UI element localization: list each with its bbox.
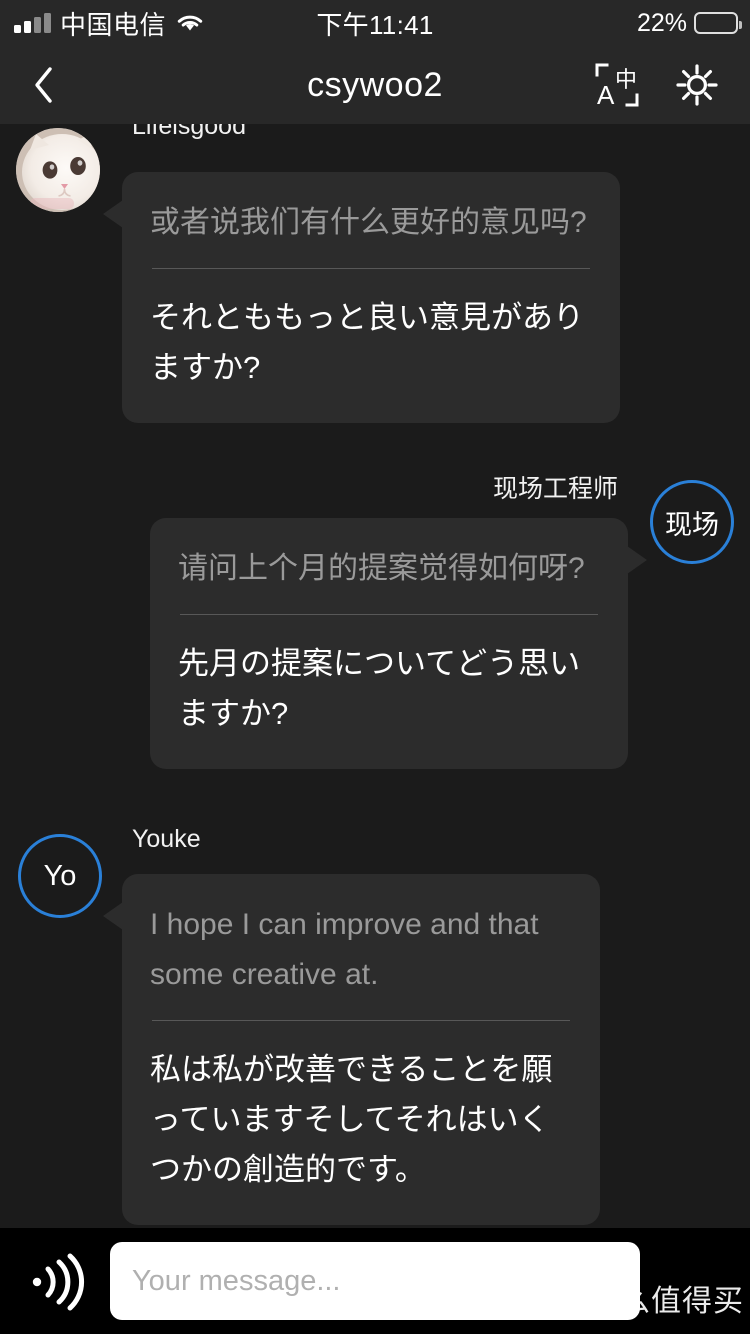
- app-header: csywoo2 A 中: [0, 46, 750, 124]
- voice-wave-icon: [32, 1253, 85, 1311]
- status-bar-left: 中国电信: [0, 5, 205, 42]
- message-bubble[interactable]: 或者说我们有什么更好的意见吗? それとももっと良い意見がありますか?: [103, 172, 620, 423]
- message-source-text: I hope I can improve and that some creat…: [150, 908, 539, 991]
- gear-icon: [676, 64, 718, 106]
- avatar[interactable]: Yo: [18, 834, 102, 918]
- settings-button[interactable]: [674, 62, 720, 108]
- signal-bars-icon: [14, 13, 51, 33]
- avatar-initials: Yo: [43, 859, 77, 892]
- bubble-tail: [627, 546, 647, 574]
- battery-icon: [694, 12, 742, 34]
- translate-button[interactable]: A 中: [594, 62, 640, 108]
- bubble-tail: [103, 902, 123, 930]
- header-actions: A 中: [594, 62, 750, 108]
- voice-input-button[interactable]: [0, 1249, 110, 1313]
- status-bar-right: 22%: [637, 9, 750, 38]
- message-composer: [0, 1228, 750, 1334]
- avatar[interactable]: 现场: [650, 480, 734, 564]
- chevron-left-icon: [35, 67, 52, 103]
- message-bubble[interactable]: 请问上个月的提案觉得如何呀? 先月の提案についてどう思いますか?: [150, 518, 647, 769]
- wifi-icon: [175, 12, 205, 34]
- carrier-label: 中国电信: [60, 9, 167, 40]
- sender-name: 现场工程师: [492, 475, 618, 503]
- message-source-text: 或者说我们有什么更好的意见吗?: [150, 206, 587, 239]
- message-translated-text: 先月の提案についてどう思いますか?: [178, 646, 581, 731]
- message-input[interactable]: [110, 1242, 640, 1320]
- message-bubble[interactable]: I hope I can improve and that some creat…: [103, 874, 600, 1225]
- message-list[interactable]: Lifeisgood 或者说我们有什么更好的意见吗? それとももっと良い意見があ…: [0, 124, 750, 1228]
- translate-a-chinese-icon: A 中: [595, 63, 639, 108]
- svg-text:A: A: [597, 80, 615, 108]
- status-bar: 中国电信 下午11:41 22%: [0, 0, 750, 46]
- avatar-initials: 现场: [665, 509, 719, 540]
- sender-name: Lifeisgood: [132, 124, 246, 140]
- back-button[interactable]: [0, 66, 86, 104]
- sender-name: Youke: [132, 825, 201, 853]
- message-source-text: 请问上个月的提案觉得如何呀?: [178, 552, 585, 585]
- cat-avatar-icon: [16, 128, 100, 212]
- translation-divider: [152, 1020, 570, 1021]
- battery-percent-label: 22%: [636, 8, 687, 37]
- translation-divider: [180, 614, 598, 615]
- bubble-tail: [103, 200, 123, 228]
- svg-text:中: 中: [615, 67, 637, 92]
- message-translated-text: 私は私が改善できることを願っていますそしてそれはいくつかの創造的です。: [150, 1052, 553, 1187]
- chat-screen: 中国电信 下午11:41 22% csywoo2 A 中 Lifeisgood …: [0, 0, 750, 1334]
- translation-divider: [152, 268, 590, 269]
- avatar[interactable]: [16, 128, 100, 212]
- message-translated-text: それとももっと良い意見がありますか?: [150, 300, 584, 385]
